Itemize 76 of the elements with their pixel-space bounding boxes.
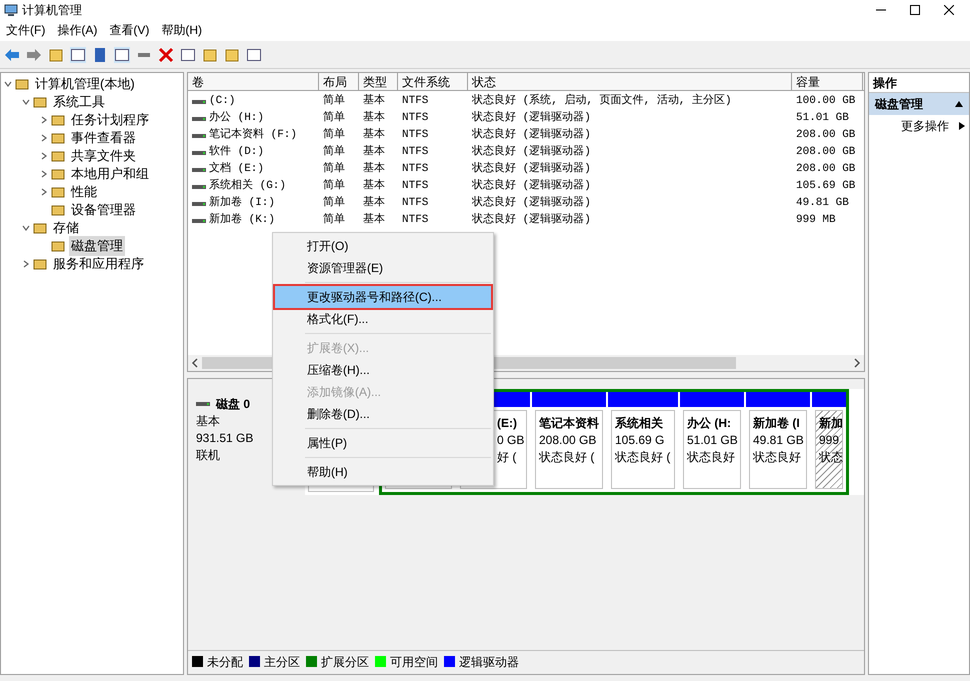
table-cell-text: 新加卷 (I:) [209,195,276,212]
disk-name: 磁盘 0 [216,396,250,413]
partition-label: 状态良好 ( [539,449,596,466]
table-cell-text: 51.01 GB [796,111,849,126]
table-cell-text: 简单 [323,93,345,110]
table-cell-text: NTFS [402,94,428,110]
table-cell-text: 系统相关 (G:) [209,178,286,194]
table-cell-text: 状态良好 (逻辑驱动器) [472,178,591,194]
table-cell-text: 基本 [363,144,385,160]
partition-label: 状态良好 ( [615,449,672,466]
partition-label: 0 GB [497,432,524,449]
partition-label: 新加卷 (I [753,415,801,432]
table-cell-text: 简单 [323,110,345,126]
table-cell-text: 208.00 GB [796,145,856,160]
table-cell-text: 简单 [323,161,345,178]
partition-label: 49.81 GB [753,432,804,449]
table-cell-text: 208.00 GB [796,128,856,144]
legend-label: 未分配 [207,654,243,670]
table-cell-text: 49.81 GB [796,196,849,212]
table-cell-text: 新加卷 (K:) [209,212,276,228]
table-cell-text: 基本 [363,195,385,212]
legend-label: 主分区 [264,654,300,670]
table-cell-text: 999 MB [796,213,836,228]
table-cell-text: 基本 [363,178,385,194]
table-cell-text: 简单 [323,127,345,144]
table-cell-text: NTFS [402,128,428,144]
partition-label: 系统相关 [615,415,664,432]
table-cell-text: 笔记本资料 (F:) [209,127,298,144]
table-cell-text: 基本 [363,161,385,178]
table-cell-text: 105.69 GB [796,179,856,194]
partition-label: 208.00 GB [539,432,598,449]
table-cell-text: NTFS [402,196,428,212]
partition-label: 51.01 GB [687,432,738,449]
table-cell-text: 简单 [323,195,345,212]
partition-label: 好 ( [497,449,518,466]
table-cell-text: 208.00 GB [796,162,856,178]
partition-label: 状态良好 [687,449,736,466]
partition-label: 105.69 G [615,432,666,449]
table-cell-text: NTFS [402,145,428,160]
table-cell-text: 软件 (D:) [209,144,264,160]
partition-label: 999 [819,432,840,449]
table-cell-text: NTFS [402,179,428,194]
table-cell-text: 基本 [363,127,385,144]
table-cell-text: 简单 [323,144,345,160]
partition-label: 笔记本资料 [539,415,600,432]
disk-detail: 联机 [196,447,221,464]
table-cell-text: NTFS [402,213,428,228]
table-cell-text: 文档 (E:) [209,161,264,178]
table-cell-text: (C:) [209,94,236,110]
table-cell-text: 状态良好 (逻辑驱动器) [472,161,591,178]
table-cell-text: 100.00 GB [796,94,856,110]
table-cell-text: 状态良好 (逻辑驱动器) [472,110,591,126]
table-cell-text: 办公 (H:) [209,110,264,126]
window-title: 计算机管理 [22,2,82,18]
table-cell-text: 基本 [363,212,385,228]
table-cell-text: 状态良好 (逻辑驱动器) [472,127,591,144]
partition-label: 新加 [819,415,840,432]
partition-label: (E:) [497,415,518,432]
legend-label: 扩展分区 [321,654,369,670]
disk-detail: 931.51 GB [196,430,254,447]
table-cell-text: 状态良好 (系统, 启动, 页面文件, 活动, 主分区) [472,93,732,110]
table-cell-text: 基本 [363,110,385,126]
legend-label: 可用空间 [390,654,438,670]
partition-label: 状态良好 [753,449,802,466]
table-cell-text: 状态良好 (逻辑驱动器) [472,212,591,228]
table-cell-text: 简单 [323,212,345,228]
table-cell-text: 状态良好 (逻辑驱动器) [472,144,591,160]
table-cell-text: 状态良好 (逻辑驱动器) [472,195,591,212]
table-cell-text: 基本 [363,93,385,110]
partition-label: 办公 (H: [687,415,732,432]
legend-label: 逻辑驱动器 [459,654,519,670]
table-cell-text: NTFS [402,162,428,178]
partition-label: 状态 [819,449,840,466]
table-cell-text: 简单 [323,178,345,194]
disk-detail: 基本 [196,413,221,430]
table-cell-text: NTFS [402,111,428,126]
